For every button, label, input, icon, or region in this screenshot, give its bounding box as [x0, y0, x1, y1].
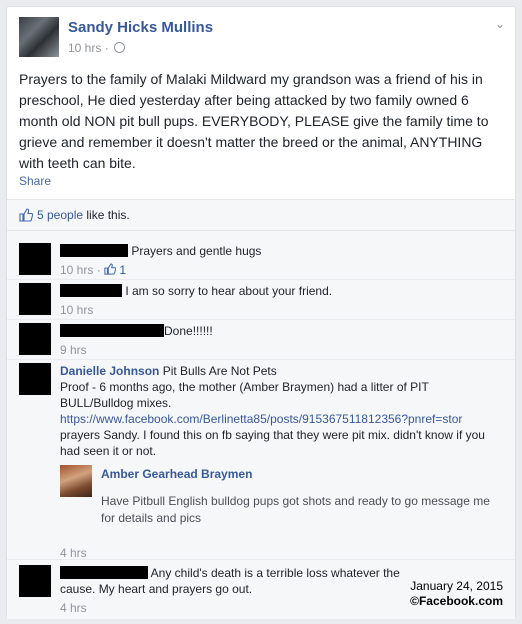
- commenter-avatar[interactable]: [19, 283, 51, 315]
- likes-suffix: like this.: [83, 208, 130, 222]
- post-time[interactable]: 10 hrs: [68, 41, 101, 55]
- shared-post-avatar[interactable]: [60, 465, 92, 497]
- author-avatar[interactable]: [19, 17, 59, 57]
- comment-time[interactable]: 9 hrs: [60, 343, 87, 357]
- comment-text: I am so sorry to hear about your friend.: [125, 284, 333, 298]
- commenter-avatar[interactable]: [19, 363, 51, 395]
- stamp-credit: ©Facebook.com: [410, 594, 503, 608]
- stamp-date: January 24, 2015: [410, 579, 503, 593]
- divider: [7, 319, 515, 320]
- divider: [7, 279, 515, 280]
- thumbs-up-icon: [19, 208, 34, 227]
- globe-icon[interactable]: [114, 42, 126, 53]
- post-author-name[interactable]: Sandy Hicks Mullins: [68, 19, 213, 36]
- comment-meta: 9 hrs: [60, 342, 505, 358]
- comment-meta: 4 hrs: [60, 546, 87, 560]
- comment-body: Danielle Johnson Pit Bulls Are Not Pets …: [60, 363, 505, 459]
- likes-count-link[interactable]: 5 people: [37, 208, 83, 222]
- redacted-name: [60, 324, 164, 337]
- comment-body: I am so sorry to hear about your friend.…: [60, 283, 505, 318]
- comment-body: Any child's death is a terrible loss wha…: [60, 565, 420, 616]
- comment-link[interactable]: https://www.facebook.com/Berlinetta85/po…: [60, 412, 462, 426]
- divider: [7, 359, 515, 360]
- likes-bar: 5 people like this.: [7, 199, 515, 231]
- date-watermark: January 24, 2015 ©Facebook.com: [410, 579, 503, 609]
- commenter-avatar[interactable]: [19, 323, 51, 355]
- facebook-post-card: Sandy Hicks Mullins 10 hrs · ⌄ Prayers t…: [6, 6, 516, 619]
- comment-text: prayers Sandy. I found this on fb saying…: [60, 428, 485, 458]
- post-meta: 10 hrs ·: [68, 41, 126, 55]
- comment-time[interactable]: 10 hrs: [60, 263, 93, 277]
- post-body-text: Prayers to the family of Malaki Mildward…: [19, 71, 489, 171]
- comment-text: Pit Bulls Are Not Pets: [162, 364, 277, 378]
- comment-time[interactable]: 4 hrs: [60, 601, 87, 615]
- chevron-down-icon[interactable]: ⌄: [495, 17, 505, 31]
- comment-time[interactable]: 10 hrs: [60, 303, 93, 317]
- comment-time[interactable]: 4 hrs: [60, 546, 87, 560]
- comment-body: Done!!!!!! 9 hrs: [60, 323, 505, 358]
- redacted-name: [60, 284, 122, 297]
- comment-meta: 10 hrs · 1: [60, 263, 127, 277]
- comment-text: Done!!!!!!: [164, 324, 213, 338]
- separator-dot: ·: [104, 41, 109, 55]
- shared-post-author[interactable]: Amber Gearhead Braymen: [101, 467, 252, 481]
- share-link[interactable]: Share: [19, 174, 51, 188]
- comment-text: Prayers and gentle hugs: [131, 244, 262, 258]
- commenter-avatar[interactable]: [19, 565, 51, 597]
- commenter-avatar[interactable]: [19, 243, 51, 275]
- comment-body: Prayers and gentle hugs 10 hrs · 1: [60, 243, 505, 278]
- redacted-name: [60, 566, 148, 579]
- comment-meta: 10 hrs: [60, 302, 505, 318]
- divider: [7, 559, 515, 560]
- likes-summary: 5 people like this.: [37, 208, 130, 222]
- redacted-name: [60, 244, 128, 257]
- thumbs-up-icon: [104, 263, 119, 277]
- commenter-name[interactable]: Danielle Johnson: [60, 364, 159, 378]
- shared-post-text: Have Pitbull English bulldog pups got sh…: [101, 494, 490, 525]
- comment-like-count[interactable]: 1: [119, 263, 126, 277]
- comments-section: Prayers and gentle hugs 10 hrs · 1 I am …: [7, 231, 515, 619]
- comment-text: Proof - 6 months ago, the mother (Amber …: [60, 380, 429, 410]
- comment-meta: 4 hrs: [60, 600, 420, 616]
